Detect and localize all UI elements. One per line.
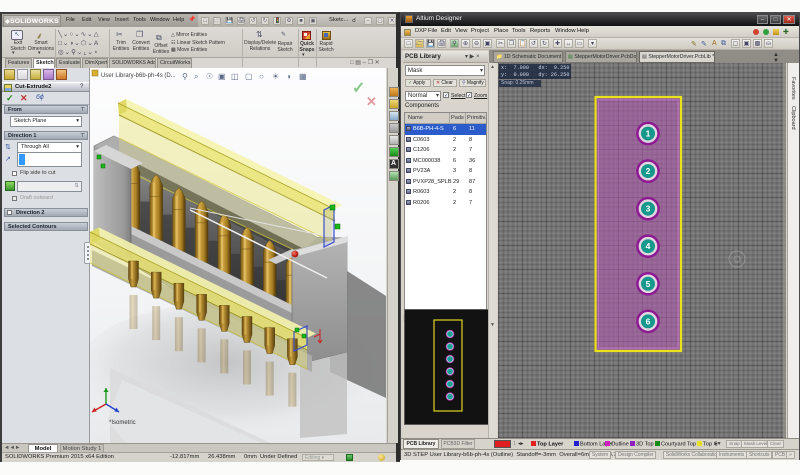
svg-text:3: 3 — [646, 204, 651, 214]
svg-text:◑: ◑ — [286, 72, 291, 81]
svg-text:▣: ▣ — [218, 72, 226, 81]
svg-text:User Library-b6b-ph-4s (D...: User Library-b6b-ph-4s (D... — [101, 73, 176, 79]
svg-text:*Isometric: *Isometric — [109, 420, 136, 426]
svg-text:✓: ✓ — [352, 80, 365, 97]
svg-text:4: 4 — [646, 241, 651, 251]
svg-text:✕: ✕ — [366, 94, 377, 109]
svg-text:⚲: ⚲ — [182, 72, 188, 81]
svg-text:⌕: ⌕ — [194, 72, 198, 81]
svg-text:6: 6 — [646, 316, 651, 326]
svg-text:☀: ☀ — [272, 72, 279, 81]
svg-text:5: 5 — [646, 279, 651, 289]
svg-text:▦: ▦ — [299, 72, 307, 81]
svg-text:1: 1 — [646, 129, 651, 139]
svg-text:▢: ▢ — [245, 72, 253, 81]
svg-text:2: 2 — [646, 166, 651, 176]
svg-text:○: ○ — [259, 72, 264, 81]
svg-text:◫: ◫ — [231, 72, 239, 81]
svg-text:☉: ☉ — [206, 72, 213, 81]
